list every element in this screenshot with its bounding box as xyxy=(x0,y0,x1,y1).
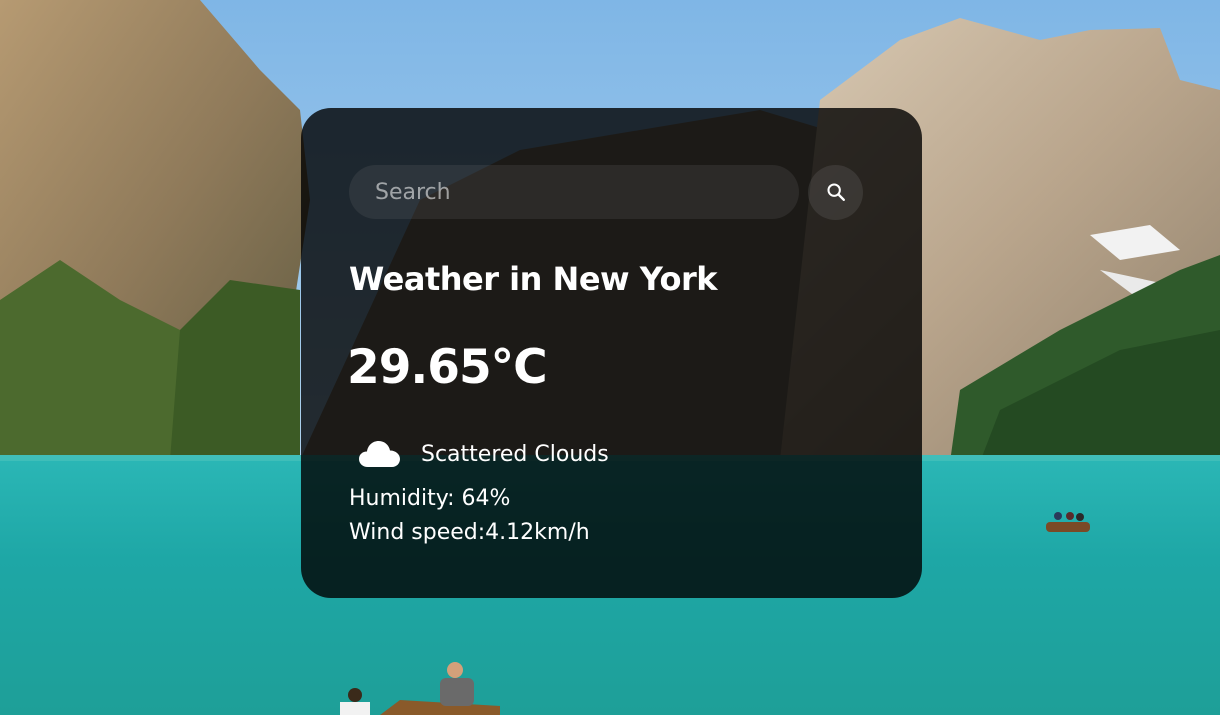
weather-description: Scattered Clouds xyxy=(421,441,609,467)
humidity-text: Humidity: 64% xyxy=(349,486,511,511)
search-button[interactable] xyxy=(808,164,863,220)
cloud-icon xyxy=(359,441,400,467)
search-bar xyxy=(349,164,866,220)
weather-title: Weather in New York xyxy=(349,260,718,298)
temperature: 29.65°C xyxy=(347,340,548,395)
wind-speed-text: Wind speed:4.12km/h xyxy=(349,520,590,545)
weather-condition: Scattered Clouds xyxy=(359,436,609,472)
search-input[interactable] xyxy=(349,165,799,219)
weather-card: Weather in New York 29.65°C Scattered Cl… xyxy=(301,108,922,598)
search-icon xyxy=(826,183,845,201)
